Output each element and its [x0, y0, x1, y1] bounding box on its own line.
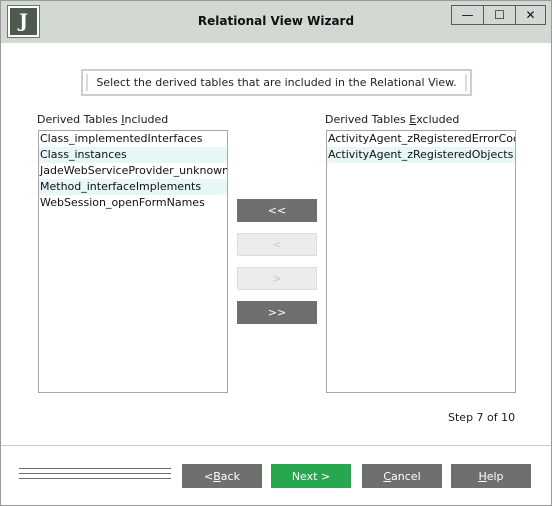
include-all-button[interactable]: <<: [237, 199, 317, 222]
footer-decoration-line: [19, 468, 171, 469]
list-item[interactable]: WebSession_openFormNames: [39, 195, 227, 211]
cancel-button[interactable]: Cancel: [362, 464, 442, 488]
help-button[interactable]: Help: [451, 464, 531, 488]
list-item[interactable]: JadeWebServiceProvider_unknownHea: [39, 163, 227, 179]
close-button[interactable]: ✕: [515, 5, 546, 25]
excluded-list-label: Derived Tables Excluded: [325, 113, 460, 126]
list-item[interactable]: Class_instances: [39, 147, 227, 163]
wizard-window: J Relational View Wizard — ☐ ✕ Select th…: [0, 0, 552, 506]
exclude-all-button[interactable]: >>: [237, 301, 317, 324]
list-item[interactable]: Class_implementedInterfaces: [39, 131, 227, 147]
maximize-button[interactable]: ☐: [483, 5, 516, 25]
title-bar[interactable]: J Relational View Wizard — ☐ ✕: [1, 1, 551, 43]
footer-divider: [1, 445, 551, 446]
include-selected-button[interactable]: <: [237, 233, 317, 256]
included-tables-list[interactable]: Class_implementedInterfaces Class_instan…: [38, 130, 228, 393]
footer-decoration-line: [19, 478, 171, 479]
included-list-label: Derived Tables Included: [37, 113, 169, 126]
list-item[interactable]: ActivityAgent_zRegisteredObjects: [327, 147, 515, 163]
excluded-tables-list[interactable]: ActivityAgent_zRegisteredErrorCodes Acti…: [326, 130, 516, 393]
next-button[interactable]: Next >: [271, 464, 351, 488]
step-indicator: Step 7 of 10: [448, 411, 516, 424]
exclude-selected-button[interactable]: >: [237, 267, 317, 290]
instruction-text: Select the derived tables that are inclu…: [81, 69, 472, 96]
list-item[interactable]: ActivityAgent_zRegisteredErrorCodes: [327, 131, 515, 147]
minimize-button[interactable]: —: [451, 5, 484, 25]
minimize-icon: —: [461, 8, 474, 22]
close-icon: ✕: [525, 8, 536, 22]
maximize-icon: ☐: [494, 8, 505, 22]
back-button[interactable]: < Back: [182, 464, 262, 488]
list-item[interactable]: Method_interfaceImplements: [39, 179, 227, 195]
footer-decoration-line: [19, 473, 171, 474]
